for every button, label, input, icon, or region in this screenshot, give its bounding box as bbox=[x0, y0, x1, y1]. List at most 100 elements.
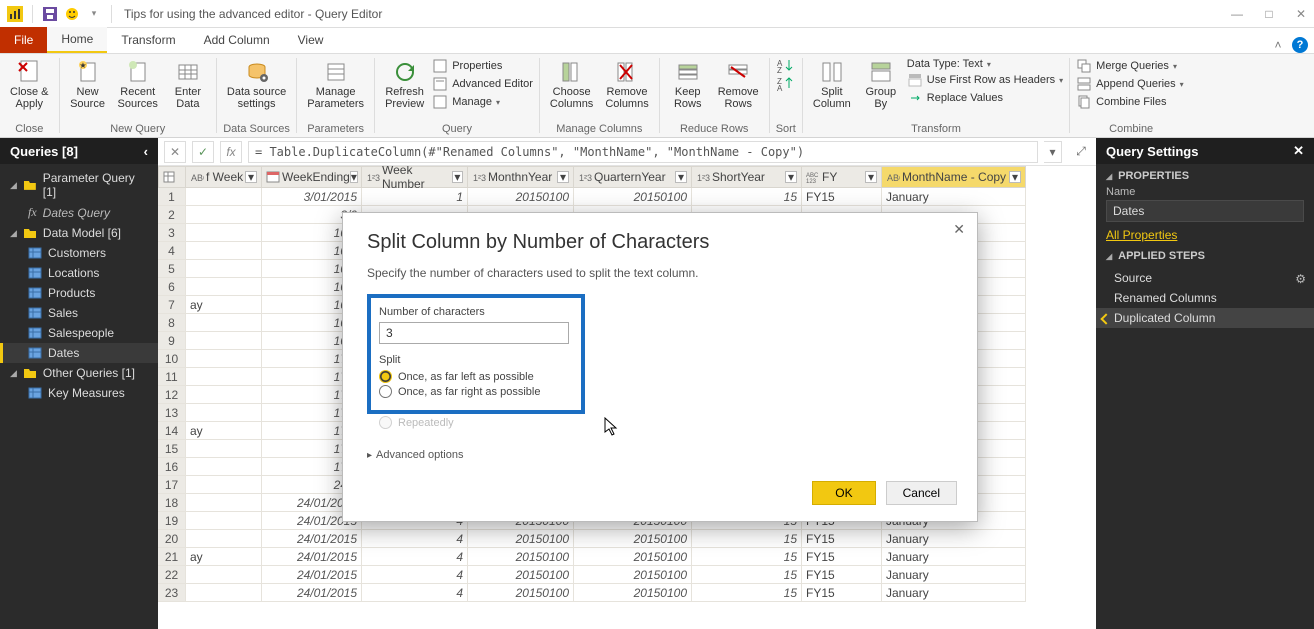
formula-input[interactable] bbox=[248, 141, 1038, 163]
query-item[interactable]: Customers bbox=[0, 243, 158, 263]
grid-cell[interactable]: 15 bbox=[692, 188, 802, 206]
grid-cell[interactable] bbox=[186, 476, 262, 494]
applied-step[interactable]: Duplicated Column bbox=[1096, 308, 1314, 328]
grid-cell[interactable]: 3/01/2015 bbox=[262, 188, 362, 206]
queries-header[interactable]: Queries [8] ‹ bbox=[0, 138, 158, 164]
row-header[interactable]: 5 bbox=[158, 260, 186, 278]
query-item[interactable]: fxDates Query bbox=[0, 202, 158, 223]
grid-cell[interactable] bbox=[186, 584, 262, 602]
row-header[interactable]: 19 bbox=[158, 512, 186, 530]
combine-files-button[interactable]: Combine Files bbox=[1076, 94, 1186, 110]
grid-cell[interactable]: 24/01/2015 bbox=[262, 548, 362, 566]
grid-cell[interactable]: 4 bbox=[362, 566, 468, 584]
row-header[interactable]: 22 bbox=[158, 566, 186, 584]
applied-steps-title[interactable]: Applied Steps bbox=[1106, 250, 1304, 262]
radio-once-left[interactable]: Once, as far left as possible bbox=[379, 370, 573, 383]
grid-cell[interactable]: FY15 bbox=[802, 530, 882, 548]
append-queries-button[interactable]: Append Queries ▾ bbox=[1076, 76, 1186, 92]
row-header[interactable]: 16 bbox=[158, 458, 186, 476]
remove-rows-button[interactable]: Remove Rows bbox=[714, 56, 763, 110]
query-group[interactable]: ◢Other Queries [1] bbox=[0, 363, 158, 383]
group-by-button[interactable]: Group By bbox=[859, 56, 903, 110]
tab-transform[interactable]: Transform bbox=[107, 27, 189, 53]
query-group[interactable]: ◢Data Model [6] bbox=[0, 223, 158, 243]
grid-cell[interactable]: 20150100 bbox=[574, 548, 692, 566]
all-properties-link[interactable]: All Properties bbox=[1106, 228, 1177, 242]
grid-cell[interactable]: FY15 bbox=[802, 548, 882, 566]
grid-cell[interactable]: 20150100 bbox=[468, 188, 574, 206]
data-source-settings-button[interactable]: Data source settings bbox=[223, 56, 290, 110]
query-item[interactable]: Key Measures bbox=[0, 383, 158, 403]
column-header[interactable]: ABCMonthName - Copy▾ bbox=[882, 166, 1026, 188]
manage-parameters-button[interactable]: Manage Parameters bbox=[303, 56, 368, 110]
grid-cell[interactable]: January bbox=[882, 584, 1026, 602]
grid-cell[interactable]: 20150100 bbox=[468, 530, 574, 548]
grid-cell[interactable] bbox=[186, 386, 262, 404]
grid-cell[interactable] bbox=[186, 368, 262, 386]
column-header[interactable]: 1²3Week Number▾ bbox=[362, 166, 468, 188]
row-header[interactable]: 15 bbox=[158, 440, 186, 458]
replace-values-button[interactable]: Replace Values bbox=[907, 90, 1063, 106]
query-item[interactable]: Sales bbox=[0, 303, 158, 323]
query-name-input[interactable] bbox=[1106, 200, 1304, 222]
grid-cell[interactable]: ay bbox=[186, 296, 262, 314]
column-header[interactable]: ABC123FY▾ bbox=[802, 166, 882, 188]
grid-cell[interactable] bbox=[186, 278, 262, 296]
grid-cell[interactable]: 20150100 bbox=[468, 548, 574, 566]
grid-cell[interactable]: 20150100 bbox=[574, 188, 692, 206]
grid-cell[interactable]: 15 bbox=[692, 548, 802, 566]
tab-home[interactable]: Home bbox=[47, 27, 107, 53]
row-header[interactable]: 9 bbox=[158, 332, 186, 350]
query-item[interactable]: Salespeople bbox=[0, 323, 158, 343]
row-header[interactable]: 21 bbox=[158, 548, 186, 566]
radio-repeatedly[interactable]: Repeatedly bbox=[379, 416, 953, 429]
grid-cell[interactable] bbox=[186, 260, 262, 278]
properties-button[interactable]: Properties bbox=[432, 58, 533, 74]
formula-dropdown-icon[interactable]: ▾ bbox=[1044, 141, 1062, 163]
grid-cell[interactable]: ay bbox=[186, 422, 262, 440]
column-header[interactable]: 1²3ShortYear▾ bbox=[692, 166, 802, 188]
row-header[interactable]: 13 bbox=[158, 404, 186, 422]
grid-cell[interactable] bbox=[186, 314, 262, 332]
column-filter-icon[interactable]: ▾ bbox=[245, 171, 257, 183]
cancel-button[interactable]: Cancel bbox=[886, 481, 957, 505]
grid-cell[interactable]: 20150100 bbox=[574, 584, 692, 602]
grid-cell[interactable] bbox=[186, 530, 262, 548]
minimize-button[interactable]: — bbox=[1230, 7, 1244, 21]
grid-cell[interactable]: January bbox=[882, 188, 1026, 206]
tab-add-column[interactable]: Add Column bbox=[190, 27, 284, 53]
data-type-button[interactable]: Data Type: Text ▾ bbox=[907, 58, 1063, 70]
save-icon[interactable] bbox=[41, 5, 59, 23]
grid-cell[interactable] bbox=[186, 458, 262, 476]
close-window-button[interactable]: ✕ bbox=[1294, 7, 1308, 21]
query-item[interactable]: Locations bbox=[0, 263, 158, 283]
column-filter-icon[interactable]: ▾ bbox=[865, 171, 877, 183]
recent-sources-button[interactable]: Recent Sources bbox=[114, 56, 162, 110]
row-header[interactable]: 2 bbox=[158, 206, 186, 224]
grid-cell[interactable] bbox=[186, 224, 262, 242]
advanced-options-toggle[interactable]: Advanced options bbox=[367, 449, 953, 461]
radio-once-right[interactable]: Once, as far right as possible bbox=[379, 385, 573, 398]
grid-cell[interactable]: ay bbox=[186, 548, 262, 566]
row-header[interactable]: 18 bbox=[158, 494, 186, 512]
qat-dropdown-icon[interactable]: ▾ bbox=[85, 5, 103, 23]
column-filter-icon[interactable]: ▾ bbox=[1009, 171, 1021, 183]
tab-view[interactable]: View bbox=[284, 27, 338, 53]
grid-cell[interactable] bbox=[186, 566, 262, 584]
column-filter-icon[interactable]: ▾ bbox=[350, 171, 358, 183]
ok-button[interactable]: OK bbox=[812, 481, 875, 505]
row-header[interactable]: 8 bbox=[158, 314, 186, 332]
grid-cell[interactable]: FY15 bbox=[802, 188, 882, 206]
refresh-preview-button[interactable]: Refresh Preview bbox=[381, 56, 428, 110]
applied-step[interactable]: Renamed Columns bbox=[1096, 288, 1314, 308]
grid-cell[interactable] bbox=[186, 512, 262, 530]
maximize-button[interactable]: □ bbox=[1262, 7, 1276, 21]
grid-cell[interactable]: 24/01/2015 bbox=[262, 566, 362, 584]
grid-cell[interactable] bbox=[186, 332, 262, 350]
grid-cell[interactable]: 15 bbox=[692, 584, 802, 602]
grid-cell[interactable]: 15 bbox=[692, 530, 802, 548]
grid-cell[interactable] bbox=[186, 440, 262, 458]
grid-corner[interactable] bbox=[158, 166, 186, 188]
column-filter-icon[interactable]: ▾ bbox=[452, 171, 463, 183]
gear-icon[interactable]: ⚙ bbox=[1295, 272, 1306, 286]
